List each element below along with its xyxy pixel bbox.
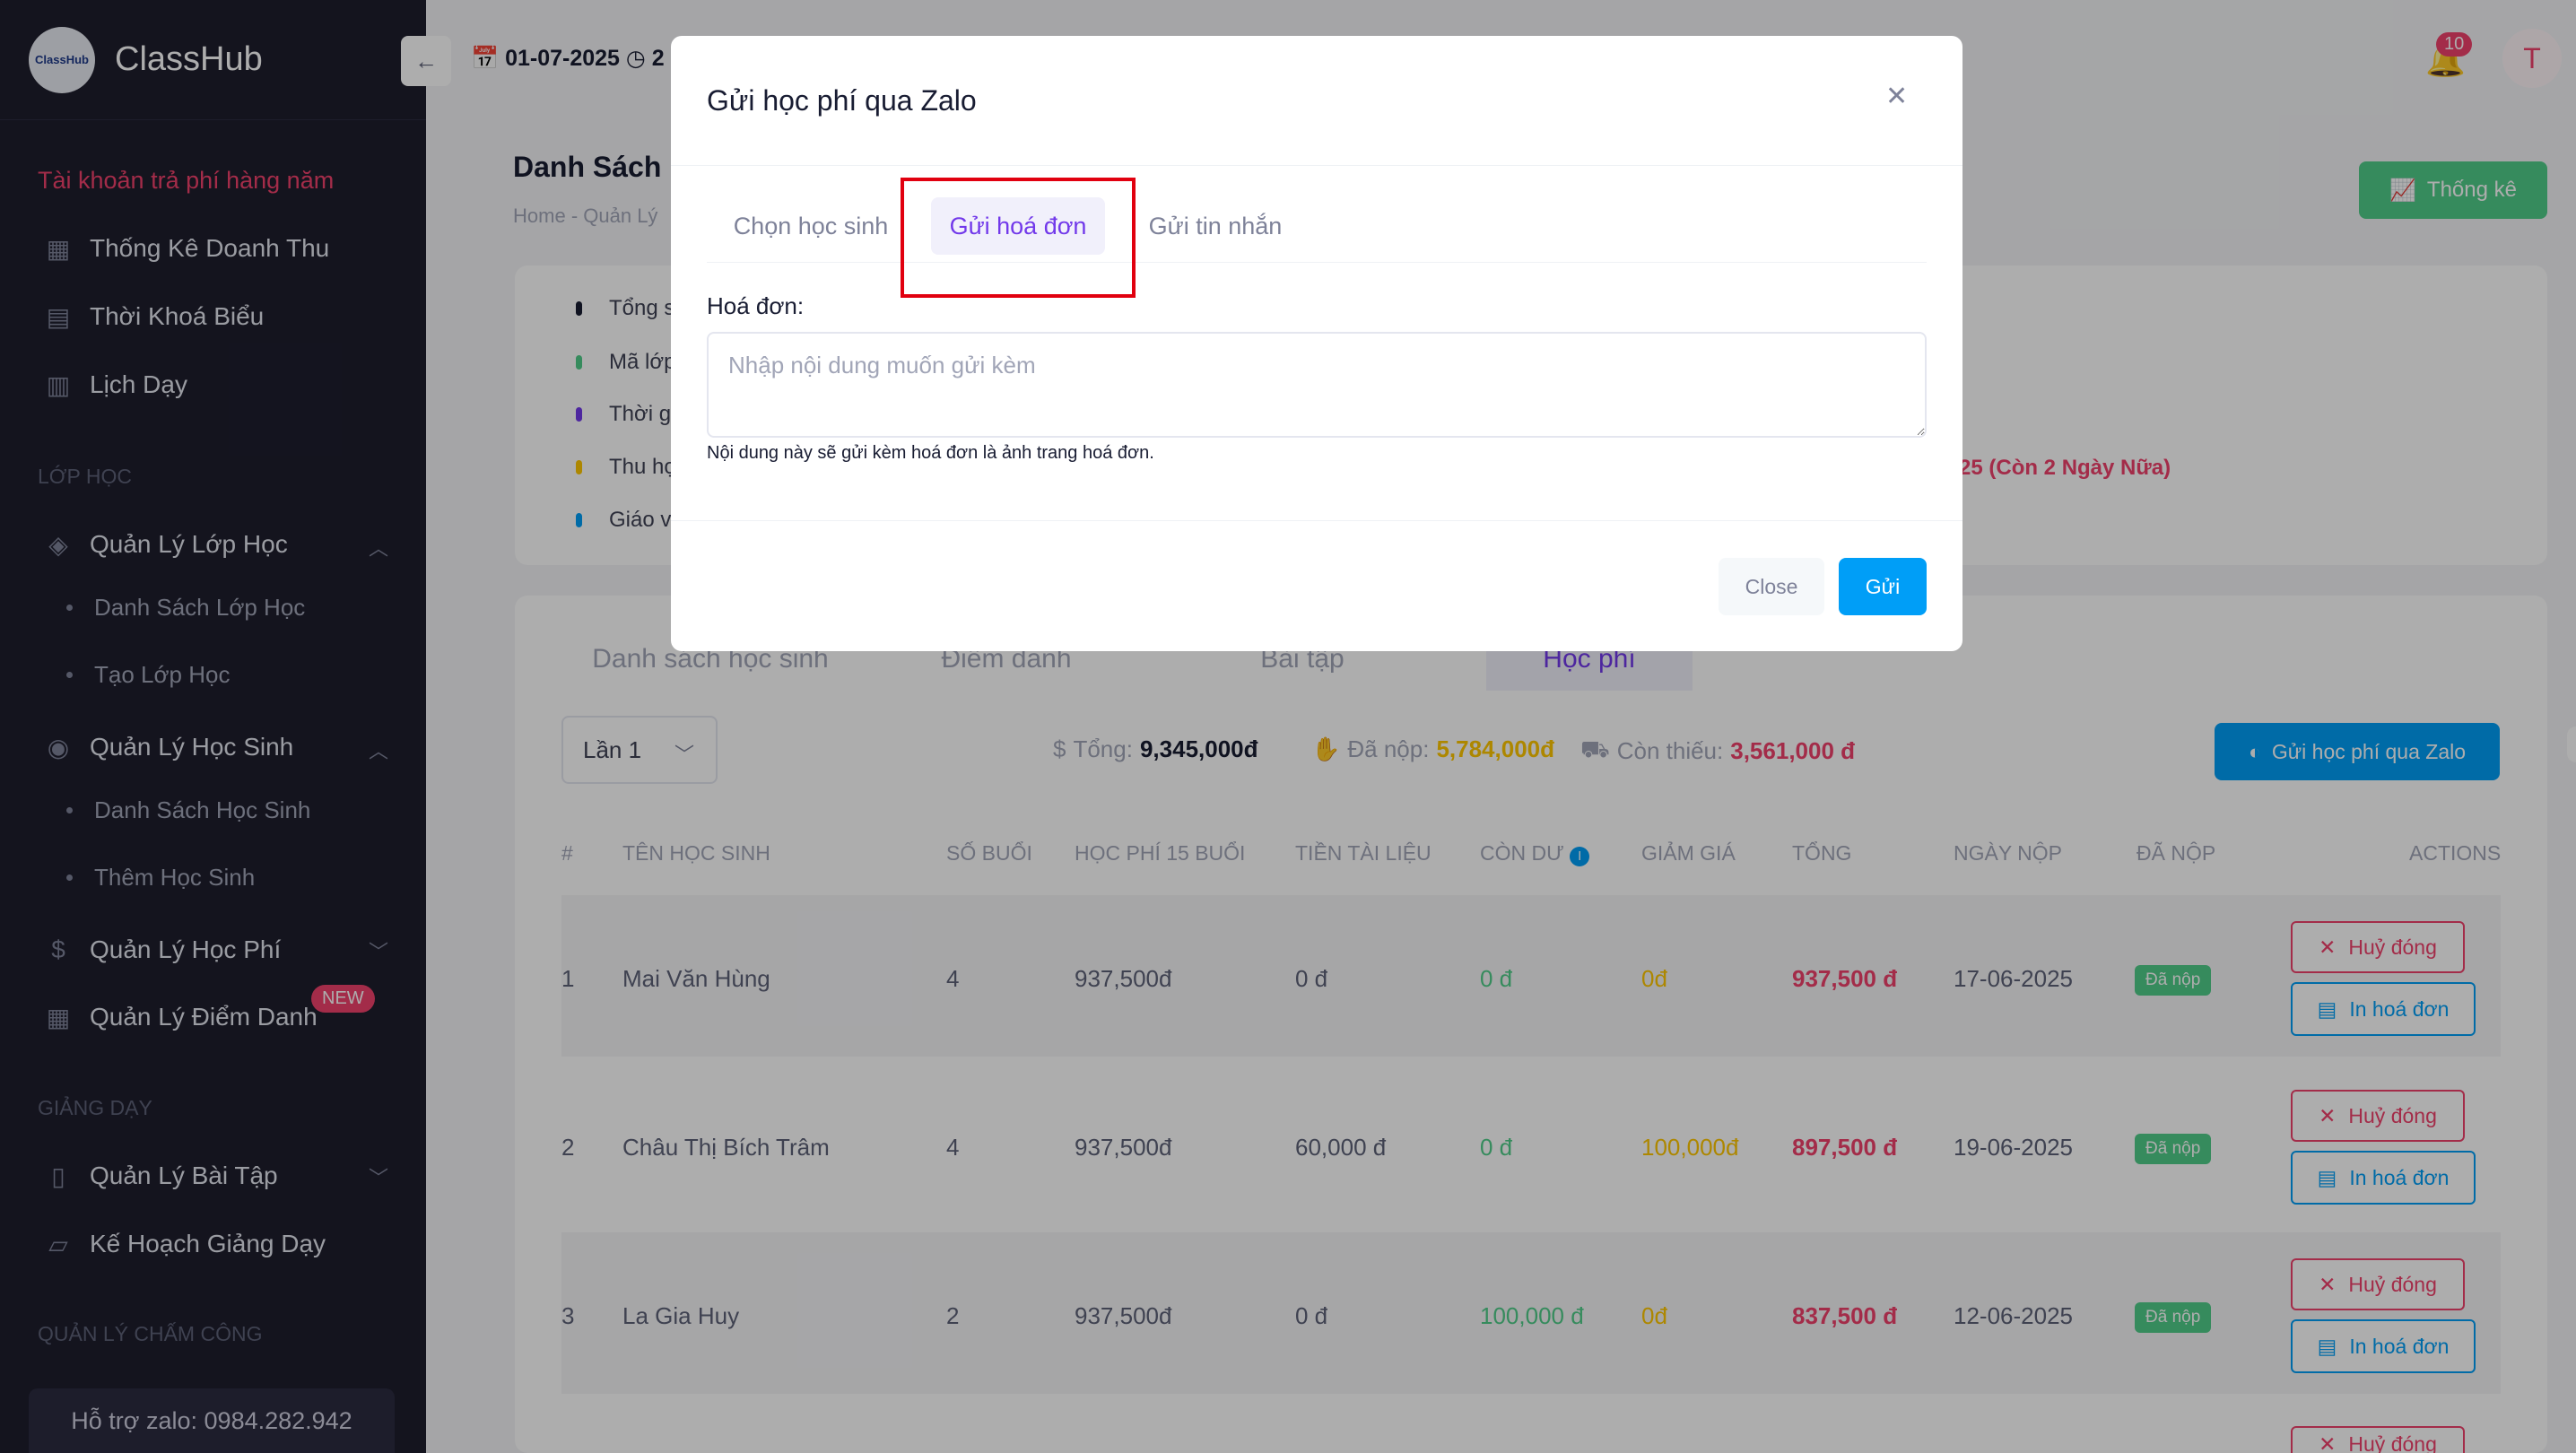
send-zalo-modal: Gửi học phí qua Zalo ✕ Chọn học sinh Gửi… bbox=[671, 36, 1962, 651]
close-button[interactable]: Close bbox=[1719, 558, 1824, 615]
send-button[interactable]: Gửi bbox=[1839, 558, 1927, 615]
invoice-message-input[interactable] bbox=[707, 332, 1927, 438]
highlight-box bbox=[901, 178, 1136, 298]
modal-tab-choose-students[interactable]: Chọn học sinh bbox=[721, 197, 901, 255]
close-icon[interactable]: ✕ bbox=[1885, 81, 1908, 112]
invoice-field-label: Hoá đơn: bbox=[707, 292, 805, 319]
invoice-hint: Nội dung này sẽ gửi kèm hoá đơn là ảnh t… bbox=[707, 443, 1154, 463]
modal-tab-send-message[interactable]: Gửi tin nhắn bbox=[1132, 197, 1299, 255]
modal-title: Gửi học phí qua Zalo bbox=[707, 84, 977, 117]
